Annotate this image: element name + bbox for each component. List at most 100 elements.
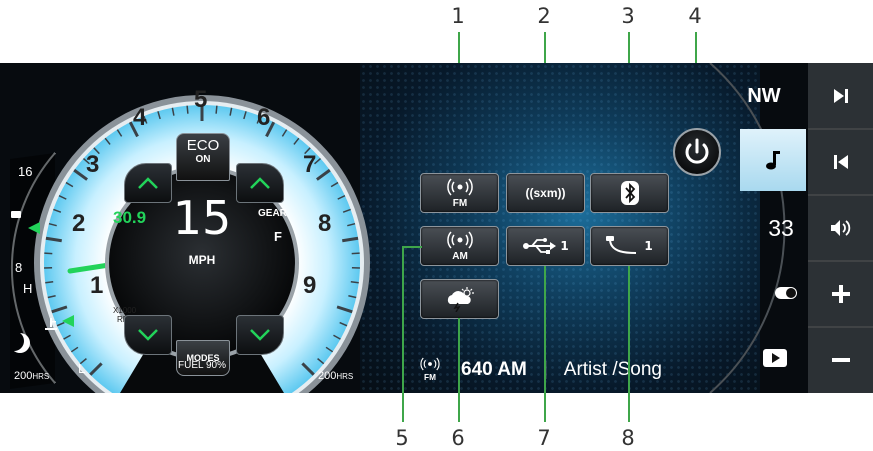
minus-icon: [831, 358, 850, 362]
aux-count: 1: [644, 239, 653, 253]
gear-down-button[interactable]: [236, 315, 284, 355]
engine-hours-right-unit: HRS: [336, 372, 354, 381]
svg-text:FM: FM: [452, 198, 466, 208]
rpm-tick-8: 8: [318, 210, 332, 237]
minor-tick: [350, 281, 359, 284]
now-playing-track: Artist /Song: [563, 359, 662, 380]
engine-hours-left-value: 200: [14, 370, 33, 382]
audio-tab-button[interactable]: [740, 129, 806, 191]
callout-1: 1: [451, 4, 465, 28]
aux-cable-icon: [606, 236, 637, 254]
play-video-icon: [763, 349, 787, 367]
callout-2: 2: [537, 4, 551, 28]
weather-cloud-icon: [447, 287, 474, 312]
sxm-source-button[interactable]: ((sxm)): [506, 173, 585, 213]
video-play-button[interactable]: [752, 335, 798, 381]
am-source-button[interactable]: AM: [420, 226, 499, 266]
rpm-tick-3: 3: [86, 151, 100, 178]
bluetooth-icon: [620, 181, 639, 205]
display-toggle-button[interactable]: [766, 273, 806, 313]
previous-track-button[interactable]: [808, 129, 873, 195]
trim-down-button[interactable]: [124, 315, 172, 355]
minor-tick: [351, 252, 360, 255]
compass-heading-value: NW: [747, 84, 781, 107]
volume-up-button[interactable]: [808, 261, 873, 327]
engine-hours-left-unit: HRS: [32, 372, 50, 381]
engine-hours-left: 200HRS: [14, 370, 49, 382]
svg-text:AM: AM: [452, 251, 468, 261]
chevron-up-icon: [250, 177, 270, 189]
usb-source-button[interactable]: 1: [506, 226, 585, 266]
gear-up-button[interactable]: [236, 163, 284, 203]
callout-line-6: [458, 318, 460, 422]
gear-value: F: [274, 229, 282, 244]
volume-level: 33: [756, 203, 806, 253]
eco-label: ECO: [186, 137, 220, 154]
gear-label: GEAR: [258, 208, 287, 219]
speed-unit: MPH: [188, 253, 216, 267]
rpm-tick-6: 6: [257, 104, 271, 131]
chevron-down-icon: [138, 329, 158, 341]
minor-tick: [186, 105, 189, 114]
bluetooth-source-button[interactable]: [590, 173, 669, 213]
volume-down-button[interactable]: [808, 327, 873, 393]
aux-source-button[interactable]: 1: [590, 226, 669, 266]
usb-count: 1: [560, 239, 569, 253]
trim-value: 30.9: [113, 208, 147, 227]
volt-low-label: 8: [15, 260, 23, 275]
coolant-temp-icon: [44, 317, 58, 334]
rpm-tick-9: 9: [303, 272, 317, 299]
minor-tick: [45, 281, 54, 284]
am-radio-icon: AM: [446, 231, 473, 261]
skip-previous-icon: [833, 155, 848, 169]
callout-4: 4: [688, 4, 702, 28]
temp-indicator: [62, 315, 74, 327]
toggle-switch-icon: [775, 287, 797, 299]
now-playing-frequency: 640 AM: [461, 359, 527, 380]
rpm-tick-4: 4: [133, 104, 147, 131]
chevron-up-icon: [138, 177, 158, 189]
callout-6: 6: [451, 426, 465, 450]
minor-tick: [44, 252, 53, 255]
temp-high-label: H: [23, 281, 33, 296]
svg-text:FM: FM: [424, 373, 436, 382]
weather-source-button[interactable]: [420, 279, 499, 319]
trim-up-button[interactable]: [124, 163, 172, 203]
volume-button[interactable]: [808, 195, 873, 261]
sxm-logo-icon: ((sxm)): [525, 186, 566, 200]
battery-icon: [11, 211, 21, 218]
callout-line-5: [402, 246, 404, 422]
next-track-button[interactable]: [808, 63, 873, 129]
rpm-tick-2: 2: [72, 210, 86, 237]
engine-hours-right: 200HRS: [318, 370, 353, 382]
plus-icon: [831, 285, 850, 303]
eco-button[interactable]: ECO ON: [176, 133, 230, 181]
callout-5: 5: [395, 426, 409, 450]
chevron-down-icon: [250, 329, 270, 341]
callout-line-5-hook: [402, 246, 422, 248]
helm-display: 0 1 2 3 4 5 6 7 8 9 10 X1000 RPM ECO ON …: [0, 63, 873, 393]
volt-indicator: [28, 222, 40, 234]
fm-source-button[interactable]: FM: [420, 173, 499, 213]
volt-high-label: 16: [18, 164, 33, 179]
fm-radio-icon: FM: [446, 178, 473, 208]
callout-line-8: [628, 266, 630, 422]
night-mode-icon[interactable]: [10, 333, 30, 353]
now-playing-bar: FM 640 AM | Artist /Song: [415, 355, 662, 385]
fuel-level: FUEL 90%: [178, 360, 226, 371]
music-note-icon: [766, 151, 780, 170]
rpm-tick-7: 7: [303, 151, 317, 178]
callout-line-7: [544, 266, 546, 422]
fm-radio-icon: FM: [420, 357, 440, 382]
temp-low-label: L: [78, 361, 86, 376]
volume-level-value: 33: [768, 214, 794, 241]
minor-tick: [215, 105, 218, 114]
rpm-unit-line1: X1000: [113, 306, 137, 315]
skip-next-icon: [833, 89, 848, 103]
speaker-volume-icon: [830, 220, 850, 236]
rpm-tick-1: 1: [90, 272, 104, 299]
eco-state: ON: [195, 154, 211, 165]
callout-7: 7: [537, 426, 551, 450]
rpm-tick-5: 5: [194, 86, 208, 113]
speed-value: 15: [172, 191, 232, 245]
